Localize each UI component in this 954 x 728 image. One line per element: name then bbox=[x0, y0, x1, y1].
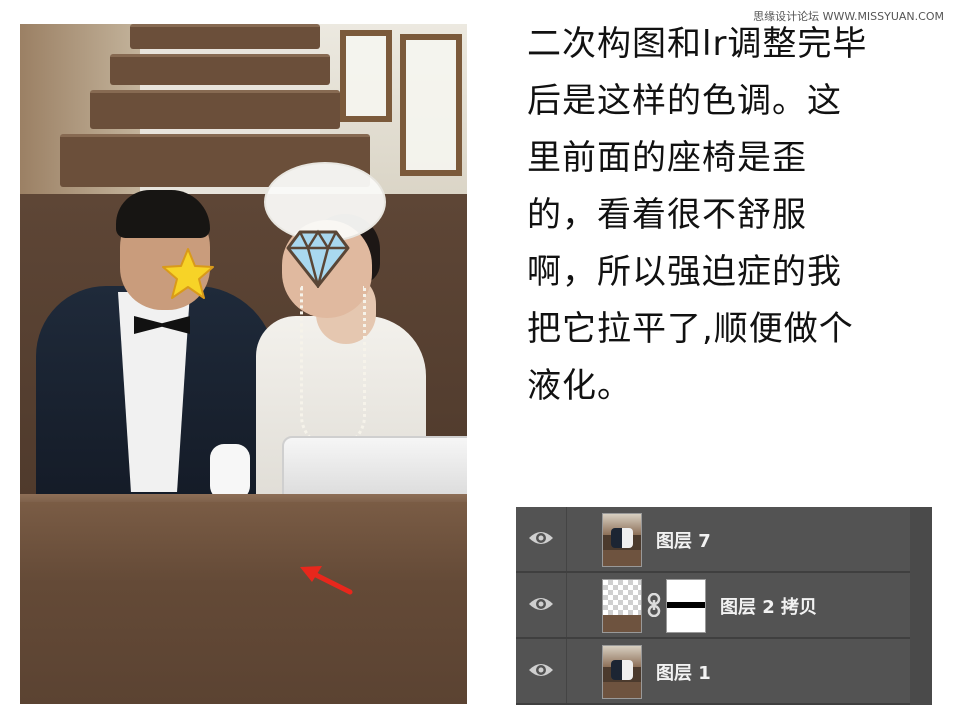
wedding-photo bbox=[20, 24, 467, 704]
star-icon bbox=[162, 248, 214, 299]
diamond-icon bbox=[286, 229, 350, 288]
layer-row-2-copy[interactable]: 图层 2 拷贝 bbox=[516, 573, 932, 639]
layer-name[interactable]: 图层 2 拷贝 bbox=[720, 593, 817, 619]
layer-name[interactable]: 图层 7 bbox=[656, 527, 711, 553]
front-seat bbox=[20, 502, 467, 704]
layers-panel: 图层 7 图层 2 拷贝 图层 1 bbox=[516, 507, 932, 705]
layer-mask-thumbnail[interactable] bbox=[666, 579, 706, 633]
arrow-icon bbox=[300, 566, 353, 595]
description-text: 二次构图和lr调整完毕 后是这样的色调。这 里前面的座椅是歪 的，看着很不舒服 … bbox=[527, 16, 927, 415]
layer-row-7[interactable]: 图层 7 bbox=[516, 507, 932, 573]
train-window bbox=[340, 30, 392, 122]
seat-row bbox=[130, 24, 320, 49]
layer-thumbnail bbox=[602, 645, 642, 699]
description-line: 把它拉平了,顺便做个 bbox=[527, 309, 854, 349]
glove bbox=[210, 444, 250, 500]
description-line: 后是这样的色调。这 bbox=[527, 81, 842, 121]
seat-row bbox=[110, 54, 330, 85]
description-line: 啊，所以强迫症的我 bbox=[527, 252, 842, 292]
visibility-toggle[interactable] bbox=[516, 573, 567, 637]
layer-row-1[interactable]: 图层 1 bbox=[516, 639, 932, 705]
pearl-necklace bbox=[300, 286, 366, 449]
description-line: 里前面的座椅是歪 bbox=[527, 138, 807, 178]
layer-name[interactable]: 图层 1 bbox=[656, 659, 711, 685]
layer-thumbnail bbox=[602, 513, 642, 567]
eye-icon[interactable] bbox=[528, 529, 554, 547]
description-line: 二次构图和lr调整完毕 bbox=[527, 24, 868, 64]
eye-icon[interactable] bbox=[528, 595, 554, 613]
seat-row bbox=[90, 90, 340, 129]
description-line: 的，看着很不舒服 bbox=[527, 195, 807, 235]
visibility-toggle[interactable] bbox=[516, 639, 567, 703]
description-line: 液化。 bbox=[527, 366, 632, 406]
eye-icon[interactable] bbox=[528, 661, 554, 679]
visibility-toggle[interactable] bbox=[516, 507, 567, 571]
chain-link-icon[interactable] bbox=[646, 593, 662, 617]
train-window bbox=[400, 34, 462, 176]
layer-thumbnail bbox=[602, 579, 642, 633]
panel-scrollbar[interactable] bbox=[910, 507, 932, 705]
